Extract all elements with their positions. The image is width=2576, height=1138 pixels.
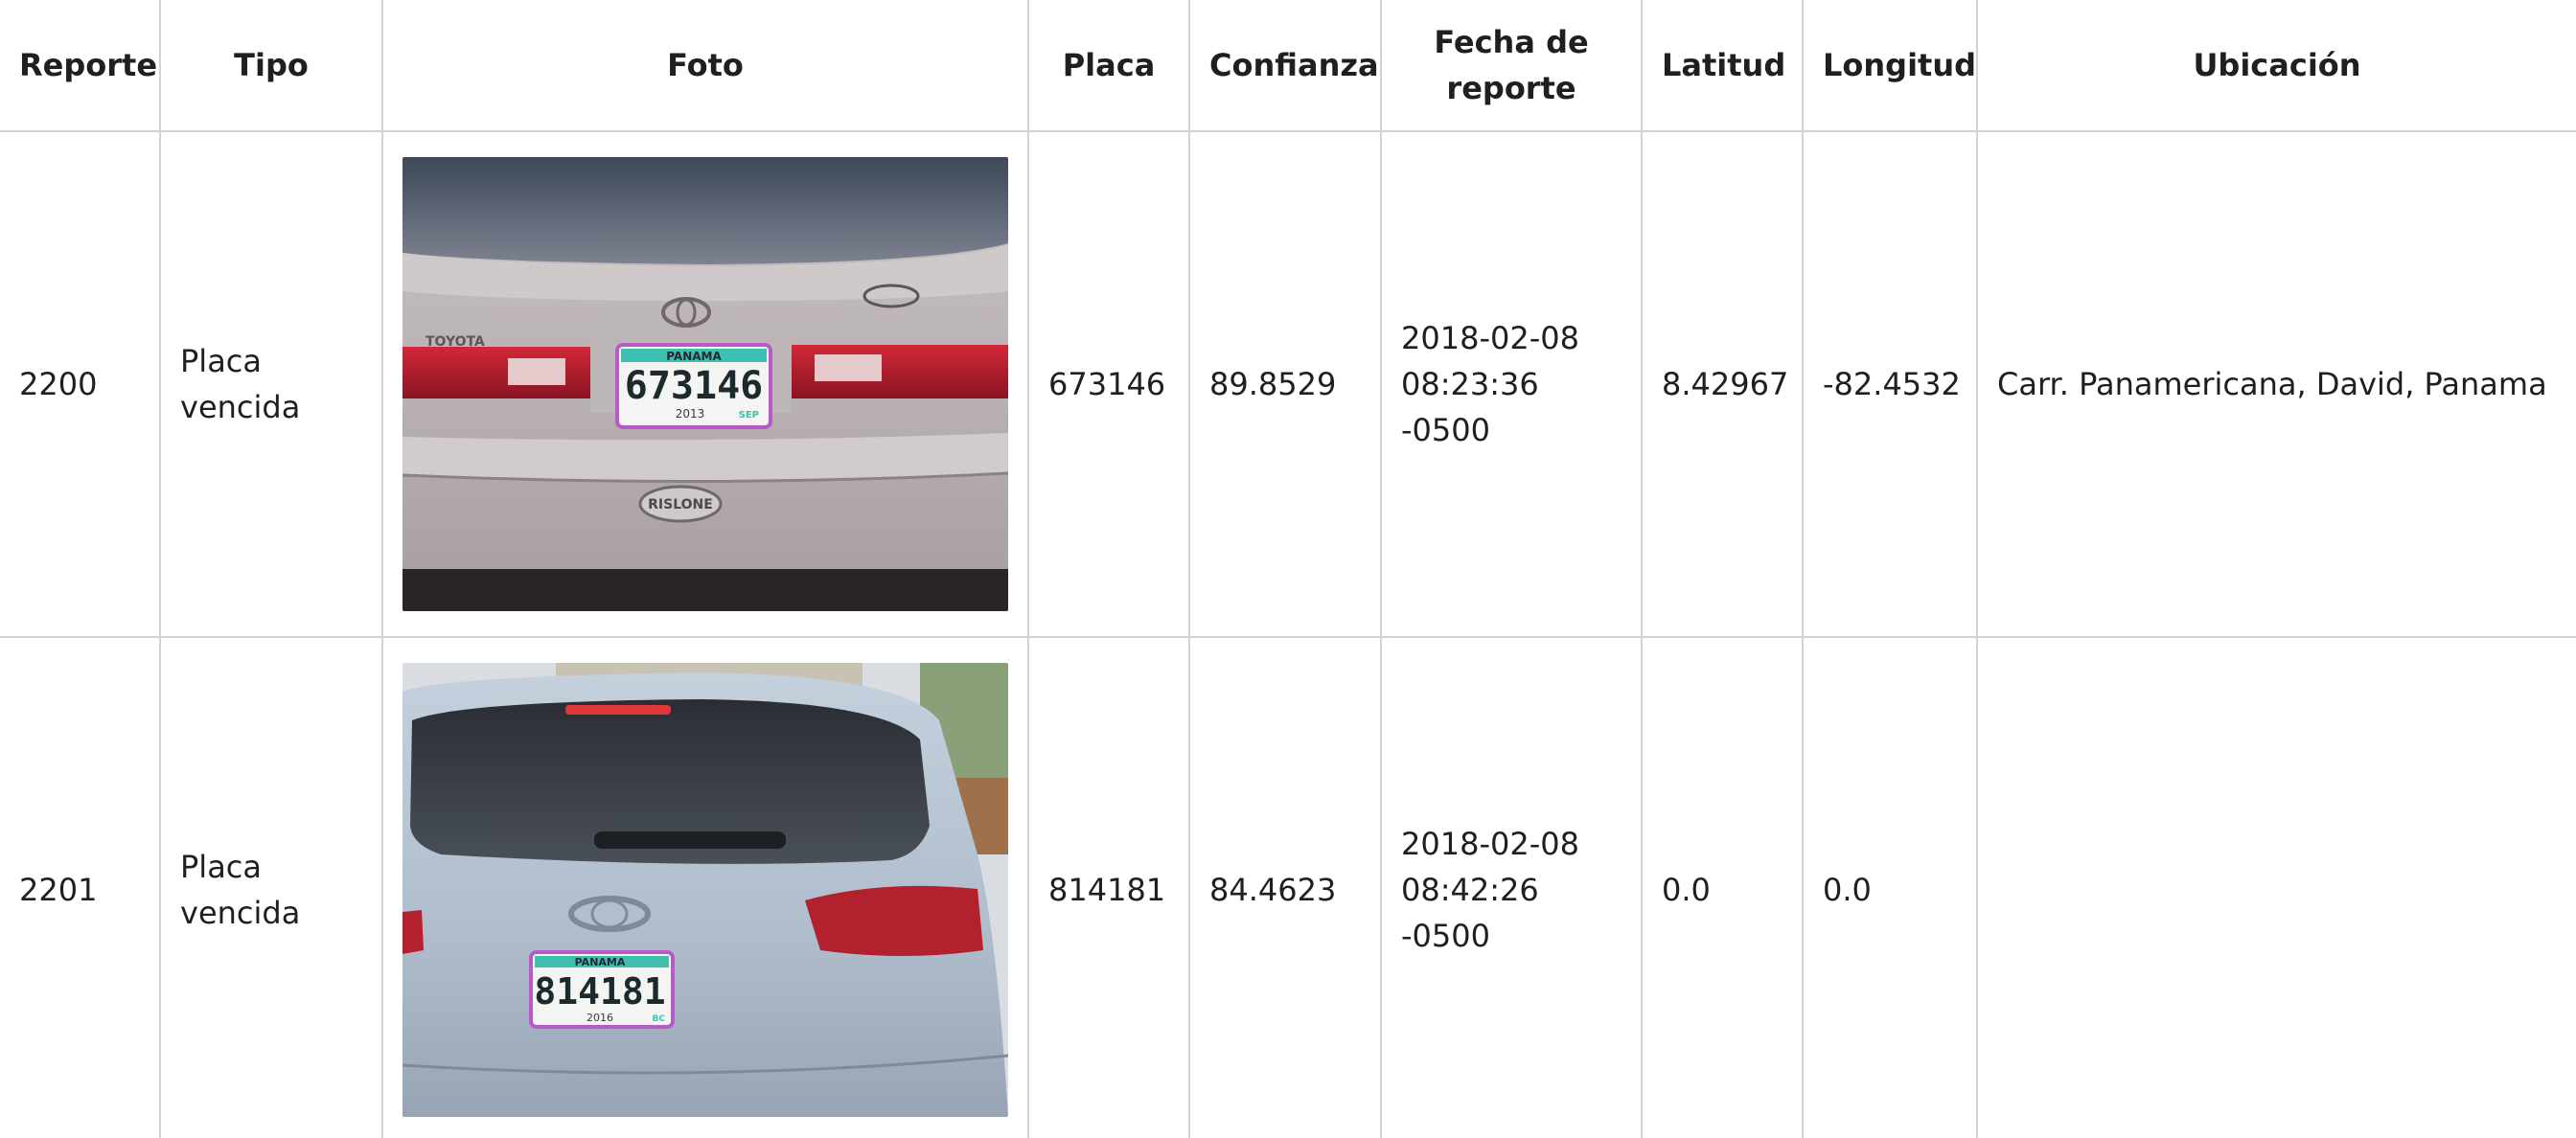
header-ubicacion: Ubicación	[1976, 0, 2576, 132]
cell-longitud: -82.4532	[1802, 130, 1978, 638]
cell-tipo-line2: vencida	[180, 389, 301, 425]
cell-fecha-line1: 2018-02-08	[1401, 320, 1579, 356]
cell-fecha: 2018-02-08 08:42:26 -0500	[1380, 636, 1643, 1138]
header-longitud: Longitud	[1802, 0, 1978, 132]
cell-ubicacion: Carr. Panamericana, David, Panama	[1976, 130, 2576, 638]
header-fecha: Fecha de reporte	[1380, 0, 1643, 132]
cell-fecha-line3: -0500	[1401, 918, 1490, 954]
header-fecha-line1: Fecha de	[1434, 24, 1589, 60]
cell-latitud: 8.42967	[1641, 130, 1804, 638]
car-photo[interactable]: TOYOTA PANAMA 673146 2013 SEP RISLONE	[402, 157, 1008, 611]
cell-ubicacion	[1976, 636, 2576, 1138]
plate-year-text: 2013	[676, 407, 705, 421]
cell-fecha-line1: 2018-02-08	[1401, 826, 1579, 862]
cell-confianza: 89.8529	[1188, 130, 1382, 638]
header-fecha-line2: reporte	[1446, 70, 1576, 106]
plate-header-text: PANAMA	[575, 956, 626, 968]
header-placa: Placa	[1027, 0, 1190, 132]
car-photo[interactable]: PANAMA 814181 2016 BC	[402, 663, 1008, 1117]
plate-number-text: 814181	[534, 970, 665, 1013]
cell-fecha-line2: 08:23:36	[1401, 366, 1539, 402]
cell-placa: 673146	[1027, 130, 1190, 638]
plate-suffix-text: BC	[653, 1014, 666, 1024]
header-confianza: Confianza	[1188, 0, 1382, 132]
header-reporte: Reporte	[0, 0, 161, 132]
cell-confianza: 84.4623	[1188, 636, 1382, 1138]
car-photo-drawing: PANAMA 814181 2016 BC	[402, 663, 1008, 1117]
cell-tipo: Placa vencida	[159, 130, 383, 638]
cell-tipo: Placa vencida	[159, 636, 383, 1138]
car-photo-drawing: TOYOTA PANAMA 673146 2013 SEP RISLONE	[402, 157, 1008, 611]
cell-latitud: 0.0	[1641, 636, 1804, 1138]
cell-placa: 814181	[1027, 636, 1190, 1138]
table-row: 2201 Placa vencida PANAMA 814181 2016 BC…	[0, 636, 2576, 1138]
header-foto: Foto	[381, 0, 1029, 132]
header-row: Reporte Tipo Foto Placa Confianza Fecha …	[0, 0, 2576, 132]
header-tipo: Tipo	[159, 0, 383, 132]
cell-reporte: 2201	[0, 636, 161, 1138]
cell-tipo-line2: vencida	[180, 895, 301, 931]
plate-header-text: PANAMA	[666, 350, 722, 363]
cell-longitud: 0.0	[1802, 636, 1978, 1138]
cell-foto: PANAMA 814181 2016 BC	[381, 636, 1029, 1138]
cell-fecha-line2: 08:42:26	[1401, 872, 1539, 908]
cell-fecha-line3: -0500	[1401, 412, 1490, 448]
cell-fecha: 2018-02-08 08:23:36 -0500	[1380, 130, 1643, 638]
cell-foto: TOYOTA PANAMA 673146 2013 SEP RISLONE	[381, 130, 1029, 638]
cell-tipo-line1: Placa	[180, 849, 262, 885]
plate-year-text: 2016	[586, 1012, 613, 1024]
cell-reporte: 2200	[0, 130, 161, 638]
plate-number-text: 673146	[625, 364, 764, 408]
header-latitud: Latitud	[1641, 0, 1804, 132]
table-row: 2200 Placa vencida TOYOTA PANAMA 673146 …	[0, 130, 2576, 638]
plate-suffix-text: SEP	[739, 410, 759, 421]
dealer-badge-text: RISLONE	[648, 497, 713, 512]
cell-tipo-line1: Placa	[180, 343, 262, 379]
reports-table: Reporte Tipo Foto Placa Confianza Fecha …	[0, 0, 2576, 1138]
